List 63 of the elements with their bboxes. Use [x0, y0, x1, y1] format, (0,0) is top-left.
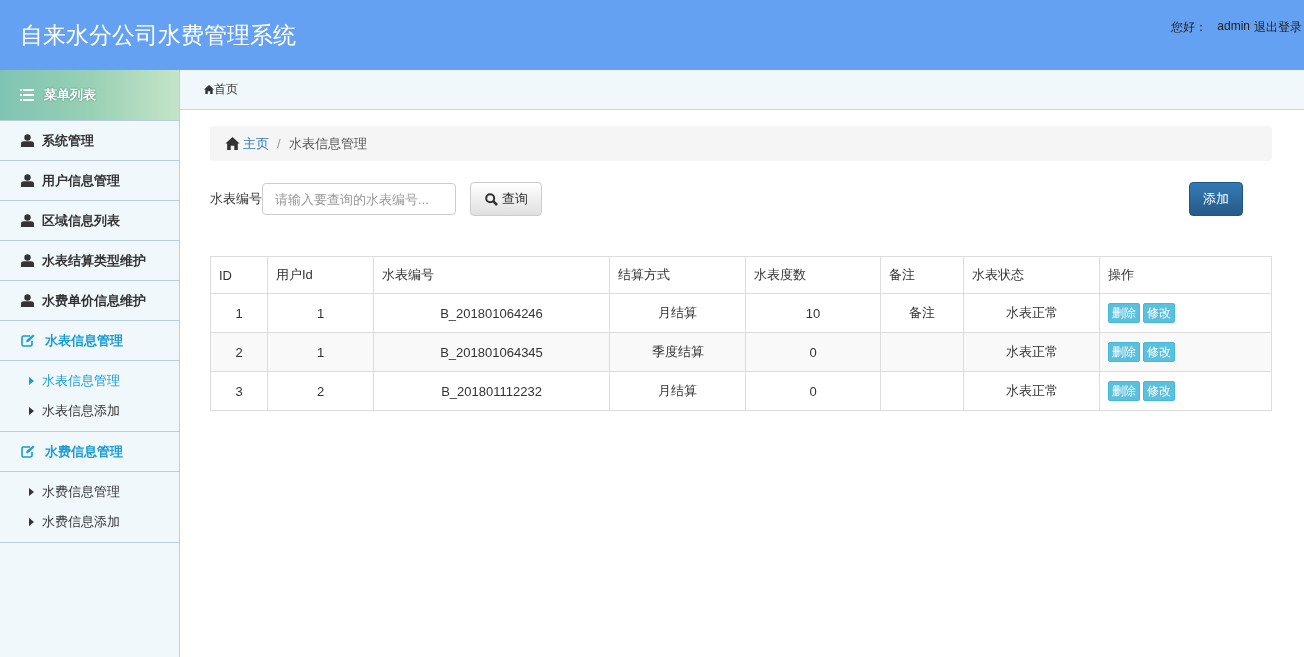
table-cell: 3	[210, 371, 268, 411]
table-cell: B_201801112232	[373, 371, 610, 411]
submenu-item[interactable]: 水费信息添加	[0, 507, 179, 537]
caret-icon	[29, 377, 34, 385]
submenu-item[interactable]: 水费信息管理	[0, 477, 179, 507]
column-header: 水表度数	[745, 256, 881, 294]
user-icon	[21, 294, 34, 307]
menu-item[interactable]: 水表结算类型维护	[0, 241, 179, 281]
table-cell: 水表正常	[963, 293, 1100, 333]
search-label: 水表编号	[210, 190, 262, 208]
table-cell: 0	[745, 332, 881, 372]
logout-link[interactable]: 退出登录	[1254, 19, 1302, 36]
column-header: 备注	[880, 256, 964, 294]
column-header: ID	[210, 256, 268, 294]
column-header: 水表状态	[963, 256, 1100, 294]
user-icon	[21, 254, 34, 267]
column-header: 操作	[1099, 256, 1272, 294]
home-icon	[225, 137, 240, 150]
table-cell: 2	[267, 371, 374, 411]
column-header: 水表编号	[373, 256, 610, 294]
table-cell: 备注	[880, 293, 964, 333]
search-button[interactable]: 查询	[470, 182, 542, 216]
table-cell: 1	[267, 293, 374, 333]
greeting-text: 您好：	[1171, 19, 1208, 36]
table-cell: 1	[210, 293, 268, 333]
add-button[interactable]: 添加	[1189, 182, 1243, 216]
table-cell: 0	[745, 371, 881, 411]
username: admin	[1217, 19, 1250, 35]
column-header: 用户Id	[267, 256, 374, 294]
table-cell: B_201801064246	[373, 293, 610, 333]
column-header: 结算方式	[609, 256, 746, 294]
menu-item[interactable]: 用户信息管理	[0, 161, 179, 201]
home-icon	[204, 85, 214, 94]
breadcrumb-current: 水表信息管理	[288, 134, 367, 153]
user-icon	[21, 214, 34, 227]
submenu-item[interactable]: 水表信息添加	[0, 396, 179, 426]
menu-item[interactable]: 水费单价信息维护	[0, 281, 179, 321]
menu-item[interactable]: 系统管理	[0, 121, 179, 161]
table-cell: 1	[267, 332, 374, 372]
caret-icon	[29, 518, 34, 526]
table-cell: 水表正常	[963, 371, 1100, 411]
table-cell: 水表正常	[963, 332, 1100, 372]
table-cell: 月结算	[609, 371, 746, 411]
sidebar-title: 菜单列表	[44, 86, 96, 104]
list-icon	[20, 89, 34, 101]
breadcrumb-link[interactable]: 主页	[225, 134, 269, 153]
table-cell: 季度结算	[609, 332, 746, 372]
breadcrumb-separator: /	[277, 136, 281, 151]
user-icon	[21, 134, 34, 147]
table-cell: 2	[210, 332, 268, 372]
user-icon	[21, 174, 34, 187]
edit-icon	[21, 334, 35, 347]
home-link[interactable]: 首页	[204, 81, 238, 98]
search-field[interactable]: 请输入要查询的水表编号...	[262, 183, 456, 215]
caret-icon	[29, 488, 34, 496]
table-cell: 10	[745, 293, 881, 333]
app-title: 自来水分公司水费管理系统	[20, 20, 296, 50]
table-cell: B_201801064345	[373, 332, 610, 372]
edit-icon	[21, 445, 35, 458]
caret-icon	[29, 407, 34, 415]
search-icon	[484, 192, 498, 206]
menu-item[interactable]: 区域信息列表	[0, 201, 179, 241]
table-cell: 月结算	[609, 293, 746, 333]
